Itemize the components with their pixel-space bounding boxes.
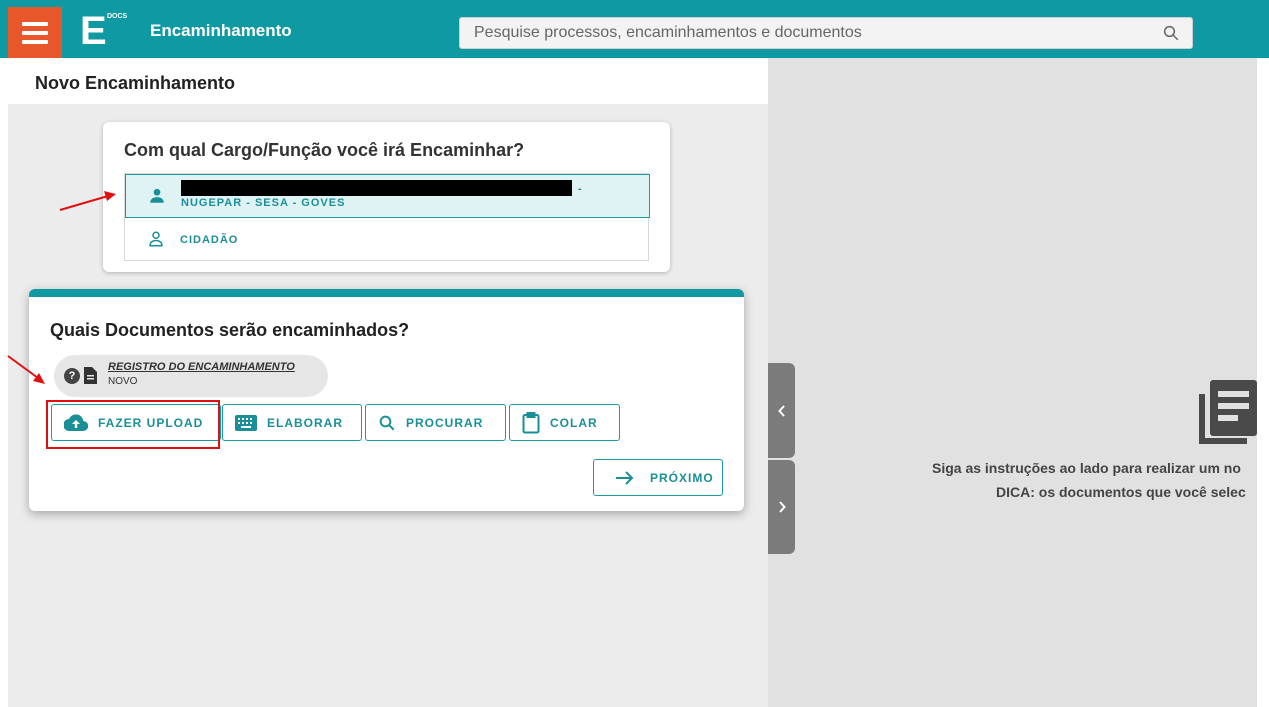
role-list: - NUGEPAR - SESA - GOVES CIDADÃO bbox=[124, 173, 650, 262]
search-input[interactable] bbox=[460, 18, 1140, 48]
role-option-selected[interactable]: - NUGEPAR - SESA - GOVES bbox=[125, 174, 650, 218]
document-status: NOVO bbox=[108, 376, 138, 387]
library-books-icon bbox=[1199, 380, 1257, 444]
expand-right-button[interactable] bbox=[768, 460, 795, 554]
document-name[interactable]: REGISTRO DO ENCAMINHAMENTO bbox=[108, 361, 295, 373]
logo-letter: E bbox=[80, 9, 107, 53]
arrow-right-icon bbox=[616, 470, 634, 485]
menu-button[interactable] bbox=[8, 7, 62, 58]
clipboard-icon bbox=[522, 411, 540, 433]
elaborar-label: ELABORAR bbox=[267, 415, 343, 430]
chevron-left-icon bbox=[777, 404, 785, 417]
tip-text: DICA: os documentos que você selec bbox=[996, 484, 1246, 500]
page-title: Novo Encaminhamento bbox=[35, 73, 236, 93]
document-chip[interactable]: ? REGISTRO DO ENCAMINHAMENTO NOVO bbox=[54, 355, 328, 397]
logo-sub: DOCS bbox=[107, 13, 128, 20]
elaborar-button[interactable]: ELABORAR bbox=[222, 404, 362, 441]
procurar-label: PROCURAR bbox=[406, 415, 484, 430]
role-card: Com qual Cargo/Função você irá Encaminha… bbox=[103, 122, 670, 272]
chevron-right-icon bbox=[778, 501, 786, 513]
procurar-button[interactable]: PROCURAR bbox=[365, 404, 506, 441]
person-outline-icon bbox=[149, 231, 163, 247]
person-filled-icon bbox=[150, 188, 164, 203]
search-icon bbox=[379, 415, 395, 430]
upload-highlight-box bbox=[46, 400, 220, 449]
instruction-text: Siga as instruções ao lado para realizar… bbox=[932, 460, 1241, 476]
role-line1-suffix: - bbox=[578, 183, 583, 195]
hamburger-line bbox=[22, 30, 48, 35]
collapse-left-button[interactable] bbox=[768, 363, 795, 458]
hamburger-line bbox=[22, 39, 48, 44]
role-question: Com qual Cargo/Função você irá Encaminha… bbox=[124, 140, 525, 160]
app-title: Encaminhamento bbox=[150, 21, 292, 40]
annotation-arrow-role bbox=[59, 191, 116, 211]
colar-button[interactable]: COLAR bbox=[509, 404, 620, 441]
file-icon bbox=[84, 367, 97, 384]
top-bar: E DOCS Encaminhamento bbox=[0, 0, 1269, 58]
colar-label: COLAR bbox=[550, 415, 598, 430]
help-icon[interactable]: ? bbox=[64, 368, 80, 384]
keyboard-icon bbox=[235, 414, 257, 431]
next-label: PRÓXIMO bbox=[650, 470, 714, 485]
edocs-logo[interactable]: E DOCS bbox=[80, 9, 128, 53]
documents-question: Quais Documentos serão encaminhados? bbox=[50, 320, 410, 340]
redacted-role-text bbox=[181, 180, 572, 196]
role-option-cidadao[interactable]: CIDADÃO bbox=[125, 218, 650, 262]
role-line2: NUGEPAR - SESA - GOVES bbox=[181, 197, 346, 209]
hamburger-icon bbox=[22, 21, 48, 26]
next-button[interactable]: PRÓXIMO bbox=[593, 459, 723, 496]
search-icon[interactable] bbox=[1162, 24, 1180, 42]
right-edge bbox=[1257, 58, 1269, 707]
search-box bbox=[459, 17, 1193, 49]
preview-panel bbox=[768, 58, 1257, 707]
role-cidadao-label: CIDADÃO bbox=[180, 234, 239, 246]
annotation-arrow-upload bbox=[7, 355, 45, 384]
